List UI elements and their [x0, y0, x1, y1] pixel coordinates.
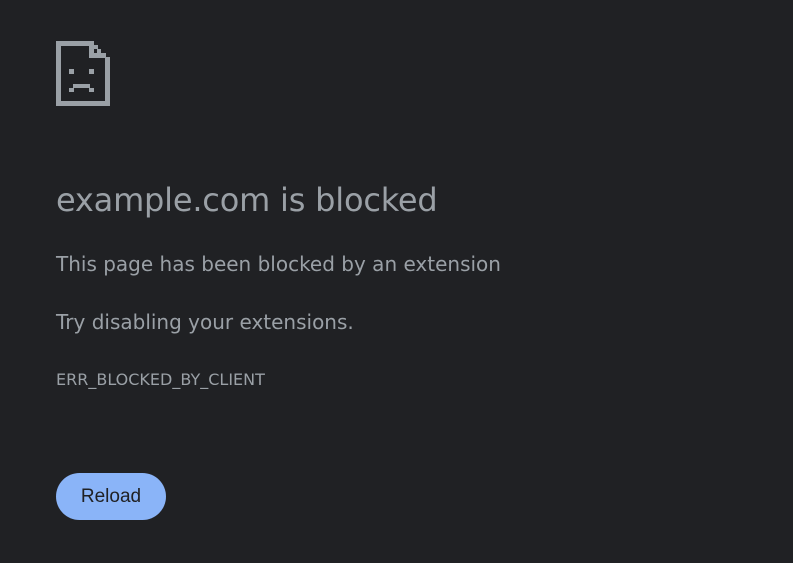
error-description: This page has been blocked by an extensi… — [56, 252, 501, 276]
error-page: example.com is blocked This page has bee… — [0, 0, 793, 563]
sad-page-icon — [56, 41, 110, 106]
error-suggestion: Try disabling your extensions. — [56, 310, 354, 334]
page-title: example.com is blocked — [56, 181, 438, 219]
error-code: ERR_BLOCKED_BY_CLIENT — [56, 370, 265, 389]
reload-button[interactable]: Reload — [56, 473, 166, 520]
